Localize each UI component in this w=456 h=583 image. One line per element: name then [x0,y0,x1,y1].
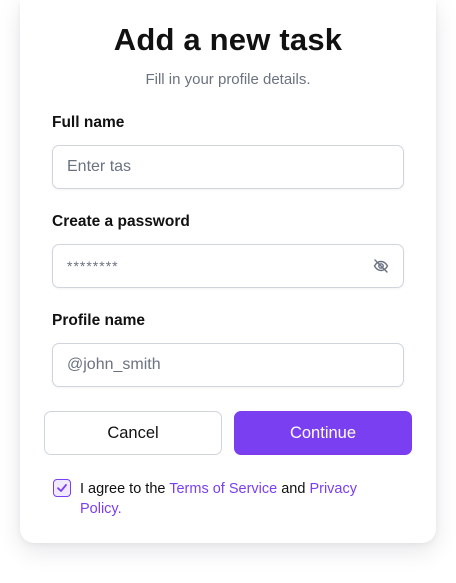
full-name-input[interactable] [67,146,367,188]
checkmark-icon [57,484,67,492]
agreement-text: I agree to the Terms of Service and Priv… [80,479,380,519]
page-title: Add a new task [113,22,343,57]
profile-name-input[interactable] [67,344,367,386]
terms-of-service-link[interactable]: Terms of Service [169,481,277,497]
profile-name-label: Profile name [52,312,146,329]
password-input[interactable] [67,245,367,287]
continue-button[interactable]: Continue [234,411,412,455]
password-field-container [52,244,404,288]
agreement-middle: and [277,481,310,497]
full-name-field-container [52,145,404,189]
full-name-label: Full name [52,114,125,131]
profile-name-field-container [52,343,404,387]
agree-checkbox[interactable] [53,479,71,497]
cancel-button[interactable]: Cancel [44,411,222,455]
password-label: Create a password [52,213,190,230]
eye-off-icon[interactable] [373,258,389,274]
agreement-prefix: I agree to the [80,481,170,497]
page-subtitle: Fill in your profile details. [145,71,311,88]
